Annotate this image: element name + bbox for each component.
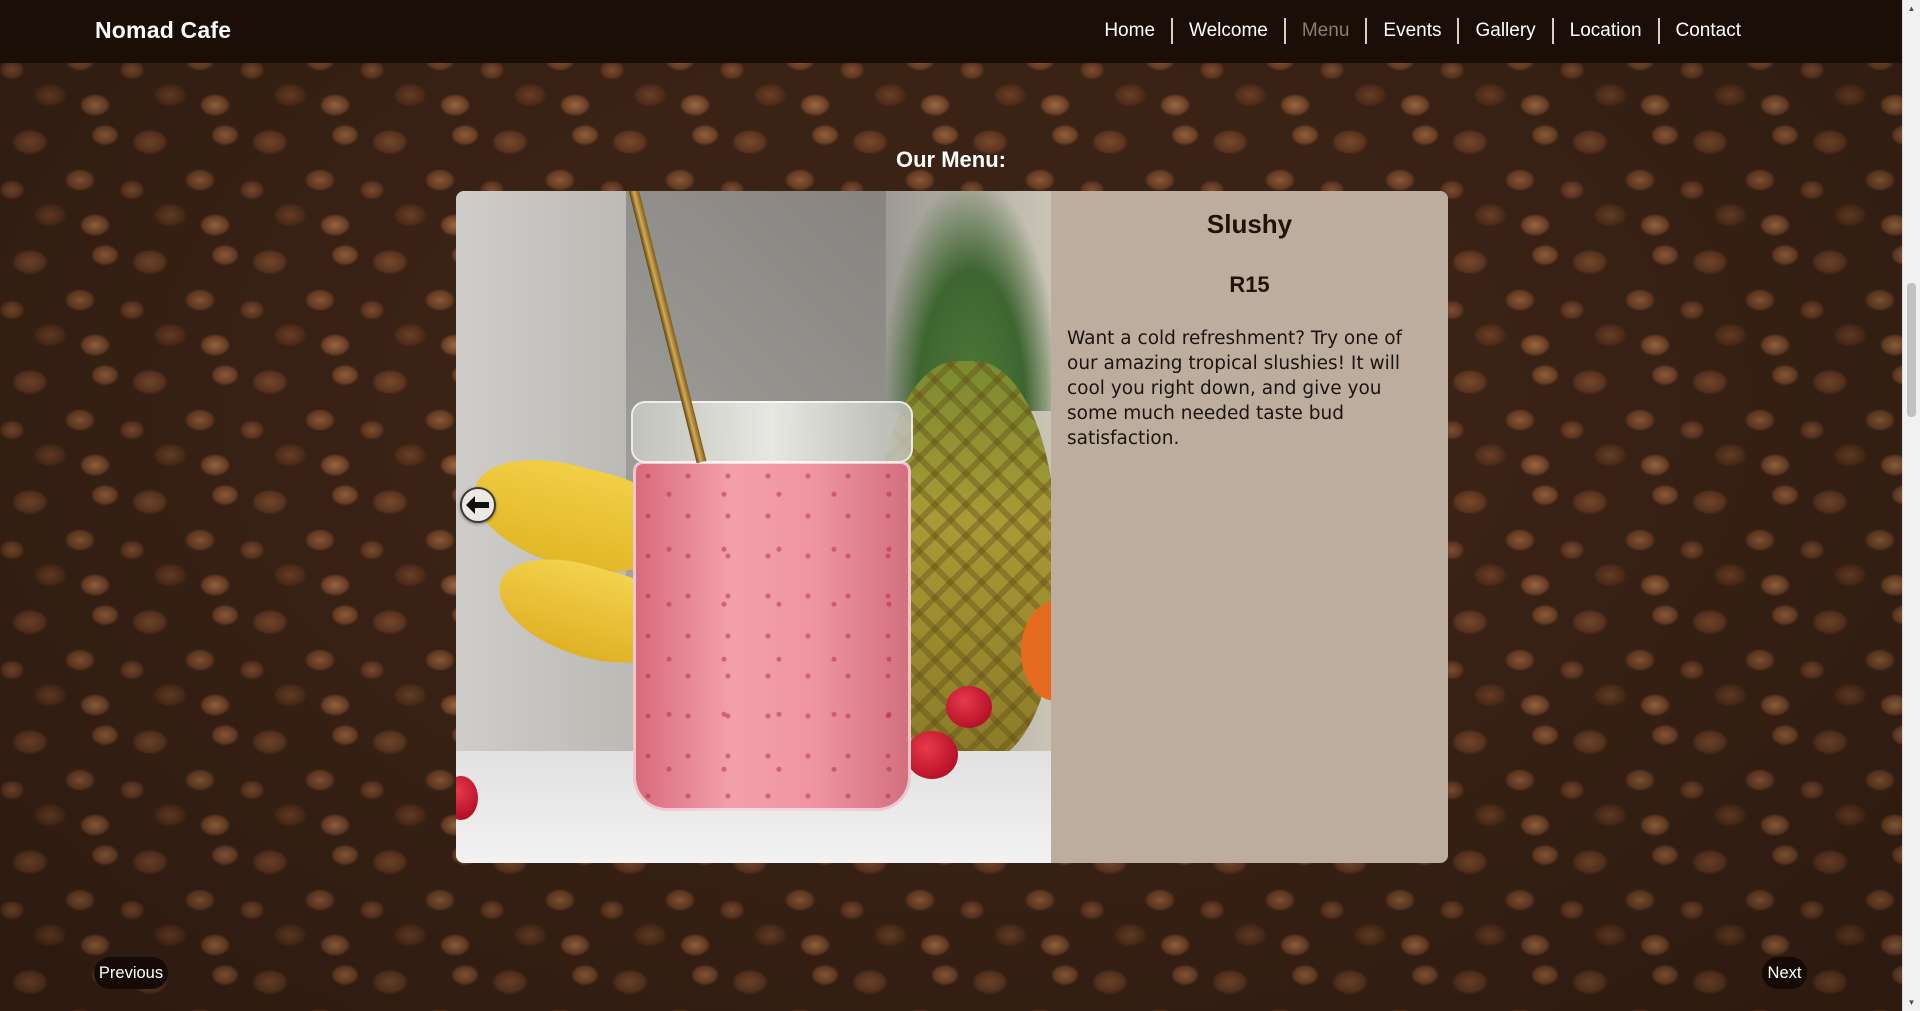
- menu-item-card: Slushy R15 Want a cold refreshment? Try …: [456, 191, 1448, 863]
- brand-logo-text[interactable]: Nomad Cafe: [95, 17, 231, 44]
- nav-menu[interactable]: Menu: [1283, 18, 1366, 44]
- nav-events[interactable]: Events: [1365, 18, 1457, 44]
- menu-item-info: Slushy R15 Want a cold refreshment? Try …: [1051, 191, 1448, 863]
- menu-heading: Our Menu:: [896, 147, 1006, 172]
- next-button[interactable]: Next: [1762, 957, 1807, 989]
- nav-welcome[interactable]: Welcome: [1171, 18, 1284, 44]
- slushy-photo: [456, 191, 1051, 863]
- nav-gallery[interactable]: Gallery: [1457, 18, 1551, 44]
- carousel-prev-button[interactable]: [460, 487, 496, 523]
- scroll-up-icon[interactable]: ▲: [1903, 0, 1920, 17]
- page-scrollbar[interactable]: ▲ ▼: [1902, 0, 1920, 1011]
- scroll-down-icon[interactable]: ▼: [1903, 994, 1920, 1011]
- item-name: Slushy: [1206, 209, 1293, 239]
- nav-home[interactable]: Home: [1088, 18, 1171, 44]
- navbar: Nomad Cafe Home Welcome Menu Events Gall…: [0, 0, 1902, 63]
- item-description: Want a cold refreshment? Try one of our …: [1067, 328, 1403, 449]
- nav-contact[interactable]: Contact: [1657, 18, 1757, 44]
- arrow-left-icon: [466, 496, 489, 514]
- nav-location[interactable]: Location: [1551, 18, 1658, 44]
- main-nav: Home Welcome Menu Events Gallery Locatio…: [1088, 18, 1757, 44]
- item-price: R15: [1229, 272, 1270, 297]
- previous-button[interactable]: Previous: [94, 957, 168, 989]
- scrollbar-thumb[interactable]: [1907, 283, 1916, 417]
